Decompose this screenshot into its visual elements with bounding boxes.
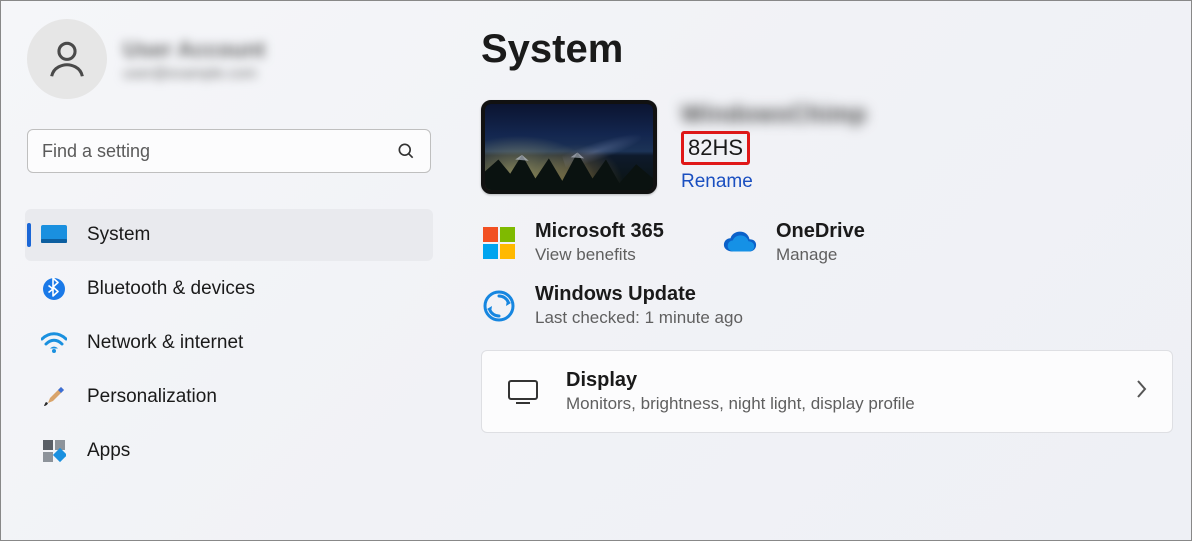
search-icon bbox=[396, 141, 416, 161]
sidebar-item-system[interactable]: System bbox=[25, 209, 433, 261]
display-icon bbox=[506, 375, 540, 409]
bluetooth-icon bbox=[41, 276, 67, 302]
system-icon bbox=[41, 222, 67, 248]
tile-sub: Last checked: 1 minute ago bbox=[535, 308, 743, 328]
profile-text: User Account user@example.com bbox=[123, 37, 265, 82]
device-wallpaper-thumb[interactable] bbox=[481, 100, 657, 194]
profile-name: User Account bbox=[123, 37, 265, 63]
tile-microsoft-365[interactable]: Microsoft 365 View benefits bbox=[481, 220, 664, 265]
search-input[interactable] bbox=[42, 141, 396, 162]
profile-email: user@example.com bbox=[123, 65, 265, 82]
tile-sub: Manage bbox=[776, 245, 865, 265]
sidebar-item-label: Network & internet bbox=[87, 332, 243, 354]
card-display[interactable]: Display Monitors, brightness, night ligh… bbox=[481, 350, 1173, 433]
sidebar-item-network[interactable]: Network & internet bbox=[25, 317, 433, 369]
tile-title: OneDrive bbox=[776, 220, 865, 243]
sidebar-item-label: Apps bbox=[87, 440, 130, 462]
card-title: Display bbox=[566, 369, 1108, 392]
card-sub: Monitors, brightness, night light, displ… bbox=[566, 394, 1108, 414]
search-box[interactable] bbox=[27, 129, 431, 173]
sidebar-item-label: Personalization bbox=[87, 386, 217, 408]
sidebar-item-bluetooth[interactable]: Bluetooth & devices bbox=[25, 263, 433, 315]
sidebar-item-apps[interactable]: Apps bbox=[25, 425, 433, 477]
avatar bbox=[27, 19, 107, 99]
device-name: WindowsChimp bbox=[681, 101, 867, 129]
sidebar-item-label: Bluetooth & devices bbox=[87, 278, 255, 300]
onedrive-icon bbox=[722, 225, 758, 261]
brush-icon bbox=[41, 384, 67, 410]
device-summary: WindowsChimp 82HS Rename bbox=[481, 100, 1173, 194]
tile-sub: View benefits bbox=[535, 245, 664, 265]
user-icon bbox=[44, 36, 90, 82]
wifi-icon bbox=[41, 330, 67, 356]
tile-title: Windows Update bbox=[535, 283, 743, 306]
apps-icon bbox=[41, 438, 67, 464]
sidebar-item-label: System bbox=[87, 224, 150, 246]
microsoft-logo-icon bbox=[481, 225, 517, 261]
update-icon bbox=[481, 288, 517, 324]
page-title: System bbox=[481, 27, 1173, 72]
tile-windows-update[interactable]: Windows Update Last checked: 1 minute ag… bbox=[481, 283, 743, 328]
profile-block[interactable]: User Account user@example.com bbox=[21, 19, 437, 99]
tile-title: Microsoft 365 bbox=[535, 220, 664, 243]
rename-link[interactable]: Rename bbox=[681, 171, 867, 193]
tile-onedrive[interactable]: OneDrive Manage bbox=[722, 220, 865, 265]
chevron-right-icon bbox=[1134, 378, 1148, 405]
sidebar-item-personalization[interactable]: Personalization bbox=[25, 371, 433, 423]
device-model: 82HS bbox=[681, 131, 750, 165]
